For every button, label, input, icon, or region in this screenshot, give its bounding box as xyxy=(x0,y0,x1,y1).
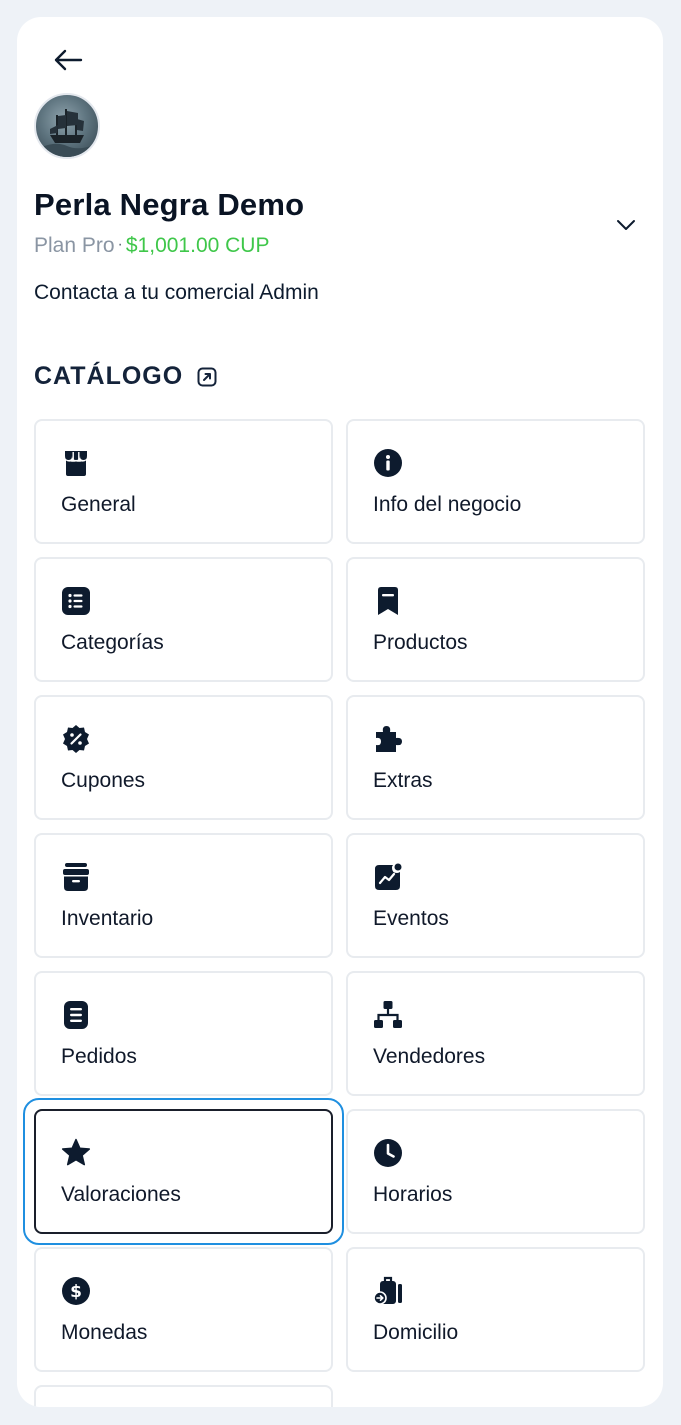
card-label: Productos xyxy=(373,631,468,654)
puzzle-icon xyxy=(372,723,404,755)
card-cupones[interactable]: Cupones xyxy=(34,695,333,820)
section-title: CATÁLOGO xyxy=(34,362,217,391)
card-productos[interactable]: Productos xyxy=(346,557,645,682)
card-next-partial[interactable] xyxy=(34,1385,333,1407)
card-label: Horarios xyxy=(373,1183,453,1206)
plan-name: Plan Pro xyxy=(34,234,115,257)
separator-dot: · xyxy=(117,236,123,253)
back-button[interactable] xyxy=(51,43,85,77)
settings-panel: Perla Negra Demo Plan Pro · $1,001.00 CUP … xyxy=(17,17,663,1407)
info-icon xyxy=(372,447,404,479)
card-label: Categorías xyxy=(61,631,164,654)
business-avatar[interactable] xyxy=(34,93,100,159)
open-catalog-link[interactable] xyxy=(197,367,217,387)
card-vendedores[interactable]: Vendedores xyxy=(346,971,645,1096)
dollar-icon: $ xyxy=(60,1275,92,1307)
card-label: Monedas xyxy=(61,1321,148,1344)
card-categorias[interactable]: Categorías xyxy=(34,557,333,682)
card-label: Eventos xyxy=(373,907,449,930)
card-label: General xyxy=(61,493,136,516)
store-icon xyxy=(60,447,92,479)
card-eventos[interactable]: Eventos xyxy=(346,833,645,958)
archive-icon xyxy=(60,861,92,893)
catalog-grid: General Info del negocio Categorías Prod… xyxy=(23,419,645,1407)
discount-badge-icon xyxy=(60,723,92,755)
card-info-del-negocio[interactable]: Info del negocio xyxy=(346,419,645,544)
svg-text:$: $ xyxy=(70,1282,82,1302)
card-horarios[interactable]: Horarios xyxy=(346,1109,645,1234)
card-monedas[interactable]: $ Monedas xyxy=(34,1247,333,1372)
card-label: Inventario xyxy=(61,907,154,930)
chart-event-icon xyxy=(372,861,404,893)
star-icon xyxy=(60,1137,92,1169)
luggage-icon xyxy=(372,1275,404,1307)
list-icon xyxy=(60,585,92,617)
chevron-down-icon xyxy=(617,220,635,230)
card-general[interactable]: General xyxy=(34,419,333,544)
ship-logo-image xyxy=(42,109,94,157)
plan-price: $1,001.00 CUP xyxy=(125,234,270,257)
card-domicilio[interactable]: Domicilio xyxy=(346,1247,645,1372)
card-label: Cupones xyxy=(61,769,146,792)
clock-icon xyxy=(372,1137,404,1169)
card-label: Valoraciones xyxy=(61,1183,181,1206)
bookmark-icon xyxy=(372,585,404,617)
expand-business-button[interactable] xyxy=(611,210,641,240)
contact-text: Contacta a tu comercial Admin xyxy=(34,281,319,304)
org-chart-icon xyxy=(372,999,404,1031)
card-label: Info del negocio xyxy=(373,493,522,516)
plan-info: Plan Pro · $1,001.00 CUP xyxy=(34,234,269,258)
arrow-left-icon xyxy=(54,49,83,71)
card-valoraciones[interactable]: Valoraciones xyxy=(23,1098,344,1245)
card-label: Extras xyxy=(373,769,433,792)
card-label: Pedidos xyxy=(61,1045,137,1068)
business-name: Perla Negra Demo xyxy=(34,187,305,222)
document-icon xyxy=(60,999,92,1031)
external-link-icon xyxy=(197,367,217,386)
section-title-text: CATÁLOGO xyxy=(34,362,184,390)
card-label: Domicilio xyxy=(373,1321,459,1344)
card-inventario[interactable]: Inventario xyxy=(34,833,333,958)
card-extras[interactable]: Extras xyxy=(346,695,645,820)
card-label: Vendedores xyxy=(373,1045,486,1068)
card-pedidos[interactable]: Pedidos xyxy=(34,971,333,1096)
